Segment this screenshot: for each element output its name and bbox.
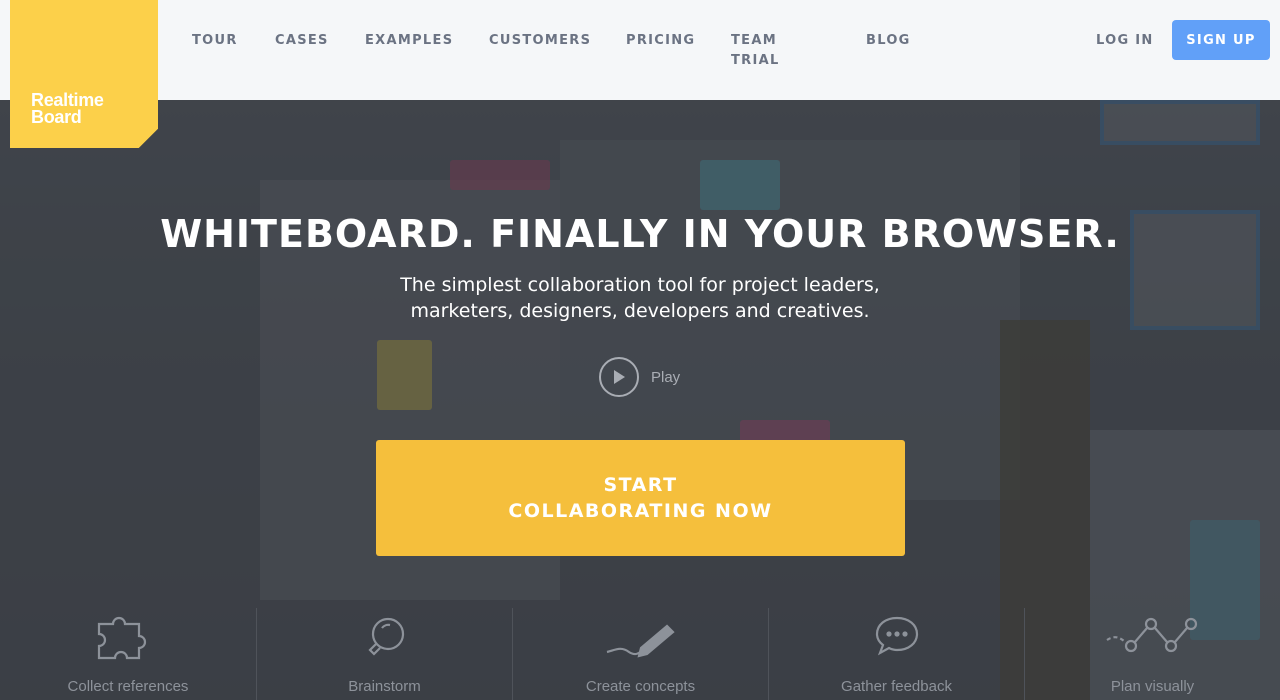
nav-customers[interactable]: CUSTOMERS [489, 31, 591, 51]
speech-bubble-icon [769, 614, 1024, 660]
timeline-icon [1025, 614, 1280, 660]
nav-team-trial[interactable]: TEAM TRIAL [731, 31, 780, 71]
feature-create-concepts: Create concepts [512, 608, 768, 700]
feature-label: Gather feedback [841, 678, 952, 695]
nav-tour[interactable]: TOUR [192, 31, 238, 51]
play-video-button[interactable]: Play [599, 357, 680, 397]
feature-collect-references: Collect references [0, 608, 256, 700]
login-link[interactable]: LOG IN [1096, 31, 1154, 51]
feature-brainstorm: Brainstorm [256, 608, 512, 700]
puzzle-icon [0, 614, 256, 660]
logo-text-line2: Board [31, 107, 82, 127]
nav-pricing[interactable]: PRICING [626, 31, 695, 51]
hero-subline-line1: The simplest collaboration tool for proj… [400, 274, 880, 296]
pen-icon [513, 614, 768, 660]
feature-label: Brainstorm [348, 678, 421, 695]
nav-team-trial-line1: TEAM [731, 33, 777, 48]
nav-blog[interactable]: BLOG [866, 31, 911, 51]
feature-label: Collect references [67, 678, 189, 695]
cta-label: START COLLABORATING NOW [508, 474, 773, 522]
hero-subline: The simplest collaboration tool for proj… [340, 272, 940, 324]
lightbulb-icon [257, 614, 512, 660]
hero-headline: WHITEBOARD. FINALLY IN YOUR BROWSER. [160, 212, 1120, 256]
hero-subline-line2: marketers, designers, developers and cre… [410, 300, 870, 322]
logo[interactable]: Realtime Board [10, 0, 158, 148]
play-label: Play [651, 368, 681, 386]
logo-text: Realtime Board [31, 91, 104, 127]
nav-team-trial-line2: TRIAL [731, 53, 780, 68]
signup-button[interactable]: SIGN UP [1172, 20, 1270, 60]
feature-label: Plan visually [1110, 678, 1195, 695]
nav-cases[interactable]: CASES [275, 31, 329, 51]
start-collaborating-button[interactable]: START COLLABORATING NOW [376, 440, 905, 556]
feature-plan-visually: Plan visually [1024, 608, 1280, 700]
play-icon [599, 357, 639, 397]
feature-gather-feedback: Gather feedback [768, 608, 1024, 700]
site-header: TOUR CASES EXAMPLES CUSTOMERS PRICING TE… [0, 0, 1280, 100]
feature-label: Create concepts [585, 678, 696, 695]
nav-examples[interactable]: EXAMPLES [365, 31, 453, 51]
